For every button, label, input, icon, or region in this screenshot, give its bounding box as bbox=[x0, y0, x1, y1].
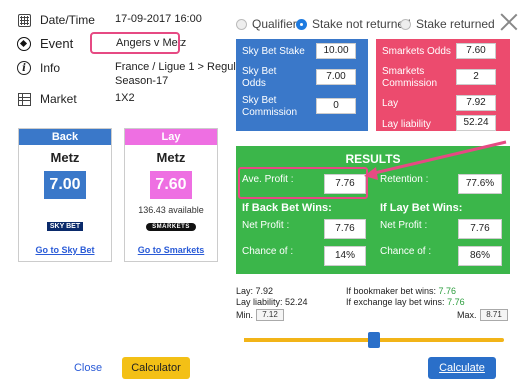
min-value: 7.12 bbox=[256, 309, 284, 321]
date-label: Date/Time bbox=[40, 13, 95, 27]
back-chance-label: Chance of : bbox=[242, 246, 294, 257]
smarkets-commission-label-1: Smarkets bbox=[382, 66, 425, 77]
lay-chance-value: 86% bbox=[458, 246, 502, 266]
football-icon bbox=[16, 36, 32, 52]
smarkets-logo-text: SMARKETS bbox=[146, 223, 196, 231]
info-value: France / Ligue 1 > Regular Season-17 bbox=[115, 60, 246, 88]
slider-fill bbox=[244, 338, 374, 342]
radio-stake-not-returned-label: Stake not returned bbox=[312, 17, 411, 31]
skybet-stake-input[interactable]: 10.00 bbox=[316, 43, 356, 59]
max-label: Max. bbox=[457, 310, 477, 320]
smarkets-liability-label: Lay liability bbox=[382, 119, 431, 130]
date-value: 17-09-2017 16:00 bbox=[115, 13, 202, 25]
go-to-smarkets-link[interactable]: Go to Smarkets bbox=[125, 245, 217, 255]
max-value: 8.71 bbox=[480, 309, 508, 321]
calendar-icon bbox=[16, 12, 32, 28]
back-card-header: Back bbox=[19, 129, 111, 145]
smarkets-liability-value: 52.24 bbox=[456, 115, 496, 131]
info-value-line2: Season-17 bbox=[115, 75, 169, 87]
skybet-commission-label: Sky Bet Commission bbox=[242, 95, 297, 119]
skybet-commission-input[interactable]: 0 bbox=[316, 98, 356, 114]
smarkets-odds-label: Smarkets Odds bbox=[382, 46, 451, 57]
smarkets-commission-label: Smarkets Commission bbox=[382, 66, 437, 90]
summary-bookmaker-wins: If bookmaker bet wins: 7.76 bbox=[346, 286, 456, 296]
summary-exchange-wins-value: 7.76 bbox=[447, 297, 465, 307]
smarkets-lay-value: 7.92 bbox=[456, 95, 496, 111]
smarkets-odds-input[interactable]: 7.60 bbox=[456, 43, 496, 59]
summary-exchange-wins-label: If exchange lay bet wins: bbox=[346, 297, 448, 307]
summary-bookmaker-wins-label: If bookmaker bet wins: bbox=[346, 286, 439, 296]
skybet-stake-label: Sky Bet Stake bbox=[242, 46, 305, 57]
close-icon[interactable] bbox=[499, 12, 519, 32]
skybet-odds-label-1: Sky Bet bbox=[242, 66, 277, 77]
radio-stake-returned[interactable]: Stake returned bbox=[400, 17, 495, 31]
summary-lay-liability: Lay liability: 52.24 bbox=[236, 297, 308, 307]
back-net-profit-label: Net Profit : bbox=[242, 220, 290, 231]
radio-qualifier-label: Qualifier bbox=[252, 17, 297, 31]
info-icon: i bbox=[16, 60, 32, 76]
date-row: Date/Time 17-09-2017 16:00 bbox=[16, 12, 202, 28]
radio-stake-not-returned-dot[interactable] bbox=[296, 18, 307, 30]
close-button[interactable]: Close bbox=[64, 357, 112, 379]
lay-available: 136.43 available bbox=[138, 205, 204, 215]
go-to-skybet-link[interactable]: Go to Sky Bet bbox=[19, 245, 111, 255]
slider-handle[interactable] bbox=[368, 332, 380, 348]
skybet-commission-label-2: Commission bbox=[242, 107, 298, 118]
lay-price: 7.60 bbox=[150, 171, 192, 199]
skybet-odds-label-2: Odds bbox=[242, 78, 266, 89]
radio-qualifier-dot[interactable] bbox=[236, 18, 247, 30]
highlight-arrow-icon bbox=[364, 140, 507, 180]
summary-bookmaker-wins-value: 7.76 bbox=[438, 286, 457, 296]
market-label: Market bbox=[40, 92, 77, 106]
event-highlight-box bbox=[90, 32, 180, 54]
lay-team: Metz bbox=[156, 150, 186, 165]
info-row: i Info France / Ligue 1 > Regular Season… bbox=[16, 60, 246, 88]
lay-card: Lay Metz 7.60 136.43 available SMARKETS … bbox=[124, 128, 218, 262]
market-row: Market 1X2 bbox=[16, 91, 135, 107]
skybet-commission-label-1: Sky Bet bbox=[242, 95, 277, 106]
back-wins-title: If Back Bet Wins: bbox=[242, 202, 332, 214]
calculator-button[interactable]: Calculator bbox=[122, 357, 190, 379]
back-net-profit-value: 7.76 bbox=[324, 219, 366, 239]
lay-net-profit-label: Net Profit : bbox=[380, 220, 428, 231]
info-label: Info bbox=[40, 61, 61, 75]
calculate-button[interactable]: Calculate bbox=[428, 357, 496, 379]
skybet-logo: SKY BET bbox=[19, 221, 111, 231]
info-value-line1: France / Ligue 1 > Regular bbox=[115, 61, 246, 73]
summary-lay: Lay: 7.92 bbox=[236, 286, 274, 296]
back-chance-value: 14% bbox=[324, 246, 366, 266]
grid-icon bbox=[16, 91, 32, 107]
radio-qualifier[interactable]: Qualifier bbox=[236, 17, 297, 31]
lay-net-profit-value: 7.76 bbox=[458, 219, 502, 239]
smarkets-lay-label: Lay bbox=[382, 98, 399, 109]
lay-wins-title: If Lay Bet Wins: bbox=[380, 202, 463, 214]
summary-exchange-wins: If exchange lay bet wins: 7.76 bbox=[346, 297, 465, 307]
min-label: Min. bbox=[236, 310, 254, 320]
radio-stake-not-returned[interactable]: Stake not returned bbox=[296, 17, 411, 31]
radio-stake-returned-dot[interactable] bbox=[400, 18, 411, 30]
radio-stake-returned-label: Stake returned bbox=[416, 17, 495, 31]
skybet-logo-text: SKY BET bbox=[46, 222, 84, 231]
skybet-odds-input[interactable]: 7.00 bbox=[316, 69, 356, 85]
skybet-odds-label: Sky Bet Odds bbox=[242, 66, 276, 90]
smarkets-commission-input[interactable]: 2 bbox=[456, 69, 496, 85]
back-team: Metz bbox=[50, 150, 80, 165]
skybet-panel: Sky Bet Stake 10.00 Sky Bet Odds 7.00 Sk… bbox=[236, 39, 368, 131]
smarkets-commission-label-2: Commission bbox=[382, 78, 438, 89]
back-price: 7.00 bbox=[44, 171, 86, 199]
market-value: 1X2 bbox=[115, 92, 135, 104]
back-card: Back Metz 7.00 SKY BET Go to Sky Bet bbox=[18, 128, 112, 262]
lay-card-header: Lay bbox=[125, 129, 217, 145]
smarkets-logo: SMARKETS bbox=[125, 221, 217, 231]
lay-chance-label: Chance of : bbox=[380, 246, 432, 257]
smarkets-panel: Smarkets Odds 7.60 Smarkets Commission 2… bbox=[376, 39, 510, 131]
